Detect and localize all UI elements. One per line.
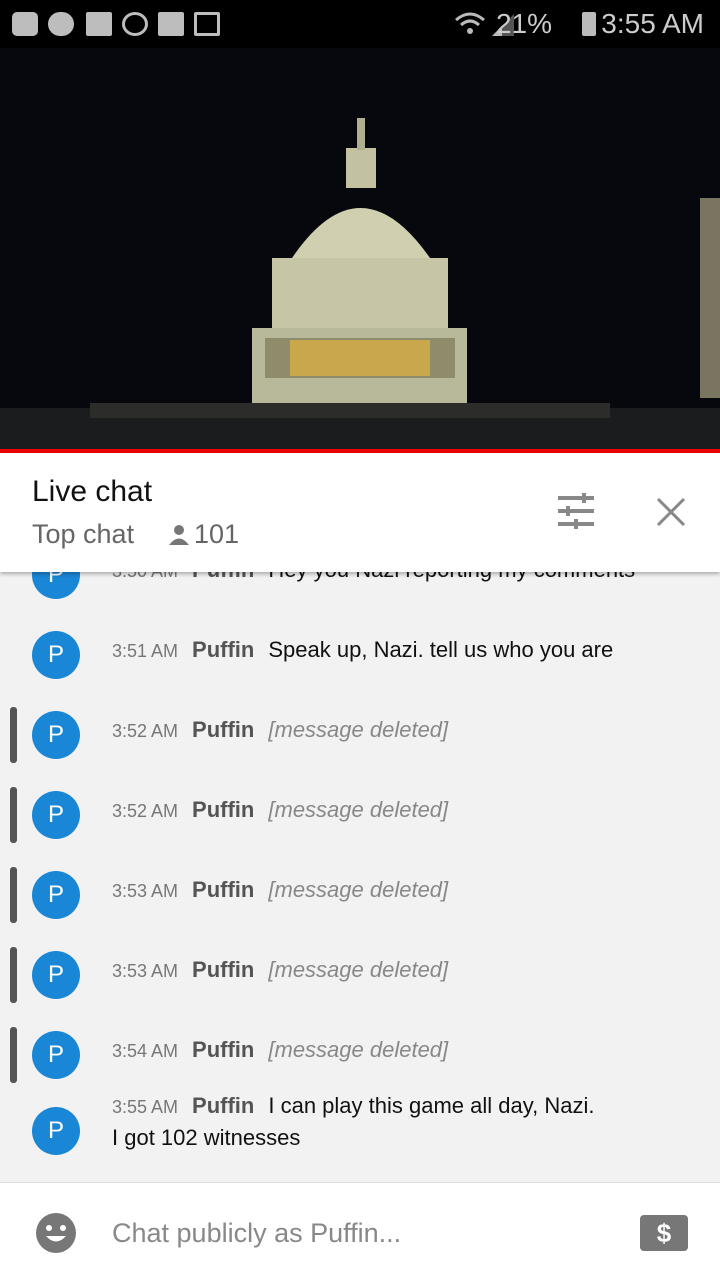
video-frame-capitol xyxy=(0,48,720,450)
deleted-marker xyxy=(10,1027,17,1083)
message-time: 3:54 AM xyxy=(112,1041,179,1061)
message-time: 3:53 AM xyxy=(112,881,179,901)
chat-message-list[interactable]: P3:50 AMPuffinHey you Nazi reporting my … xyxy=(0,540,720,1182)
super-chat-button[interactable]: $ xyxy=(640,1215,688,1251)
avatar[interactable]: P xyxy=(32,791,80,839)
author-name[interactable]: Puffin xyxy=(192,1093,254,1118)
chat-message[interactable]: P 3:55 AM Puffin I can play this game all d… xyxy=(0,1093,720,1175)
author-name[interactable]: Puffin xyxy=(192,1037,254,1062)
avatar[interactable]: P xyxy=(32,711,80,759)
message-text: I can play this game all day, Nazi. xyxy=(268,1093,595,1118)
clock: 3:55 AM xyxy=(601,8,704,39)
deleted-marker xyxy=(10,947,17,1003)
avatar[interactable]: P xyxy=(32,1107,80,1155)
message-text: [message deleted] xyxy=(268,877,449,902)
video-player[interactable] xyxy=(0,48,720,450)
message-text: [message deleted] xyxy=(268,1037,449,1062)
battery-icon xyxy=(582,12,596,36)
avatar[interactable]: P xyxy=(32,871,80,919)
message-time: 3:55 AM xyxy=(112,1097,179,1117)
deleted-marker xyxy=(10,787,17,843)
chat-message[interactable]: P 3:52 AM Puffin [message deleted] xyxy=(0,775,720,855)
chat-message[interactable]: P 3:53 AM Puffin [message deleted] xyxy=(0,855,720,935)
avatar[interactable]: P xyxy=(32,951,80,999)
message-time: 3:52 AM xyxy=(112,721,179,741)
avatar[interactable]: P xyxy=(32,631,80,679)
message-text: Speak up, Nazi. tell us who you are xyxy=(268,637,614,662)
chat-input-bar: Chat publicly as Puffin... $ xyxy=(0,1182,720,1280)
chat-message[interactable]: P 3:51 AM Puffin Speak up, Nazi. tell us wh… xyxy=(0,615,720,695)
message-time: 3:51 AM xyxy=(112,641,179,661)
avatar[interactable]: P xyxy=(32,1031,80,1079)
message-text-continued: I got 102 witnesses xyxy=(112,1125,301,1150)
status-bar: 21% 3:55 AM xyxy=(0,0,720,48)
chat-input[interactable]: Chat publicly as Puffin... xyxy=(112,1218,401,1249)
gallery-icon xyxy=(158,12,184,36)
chat-title: Live chat xyxy=(32,475,153,508)
message-text: [message deleted] xyxy=(268,717,449,742)
person-icon xyxy=(169,525,189,545)
live-chat-header: Live chat Top chat 101 xyxy=(0,453,720,572)
viewer-count-value: 101 xyxy=(194,519,240,549)
chat-message[interactable]: P 3:52 AM Puffin [message deleted] xyxy=(0,695,720,775)
pinwheel-icon xyxy=(122,12,148,36)
author-name[interactable]: Puffin xyxy=(192,957,254,982)
viewer-count: 101 xyxy=(168,519,239,550)
message-text: [message deleted] xyxy=(268,957,449,982)
chat-mode-dropdown[interactable]: Top chat xyxy=(32,519,134,550)
message-time: 3:53 AM xyxy=(112,961,179,981)
deleted-marker xyxy=(10,707,17,763)
author-name[interactable]: Puffin xyxy=(192,637,254,662)
chat-message[interactable]: P 3:54 AM Puffin [message deleted] xyxy=(0,1015,720,1095)
message-time: 3:52 AM xyxy=(112,801,179,821)
author-name[interactable]: Puffin xyxy=(192,717,254,742)
filter-sliders-icon[interactable] xyxy=(556,493,596,529)
youtube-icon xyxy=(12,12,38,36)
emoji-icon[interactable] xyxy=(36,1213,76,1253)
close-icon[interactable] xyxy=(656,497,686,527)
battery-percent: 21% xyxy=(495,8,552,39)
author-name[interactable]: Puffin xyxy=(192,797,254,822)
calendar-icon xyxy=(194,12,220,36)
chat-message[interactable]: P 3:53 AM Puffin [message deleted] xyxy=(0,935,720,1015)
author-name[interactable]: Puffin xyxy=(192,877,254,902)
m-app-icon xyxy=(48,12,74,36)
folder-icon xyxy=(86,12,112,36)
message-text: [message deleted] xyxy=(268,797,449,822)
deleted-marker xyxy=(10,867,17,923)
